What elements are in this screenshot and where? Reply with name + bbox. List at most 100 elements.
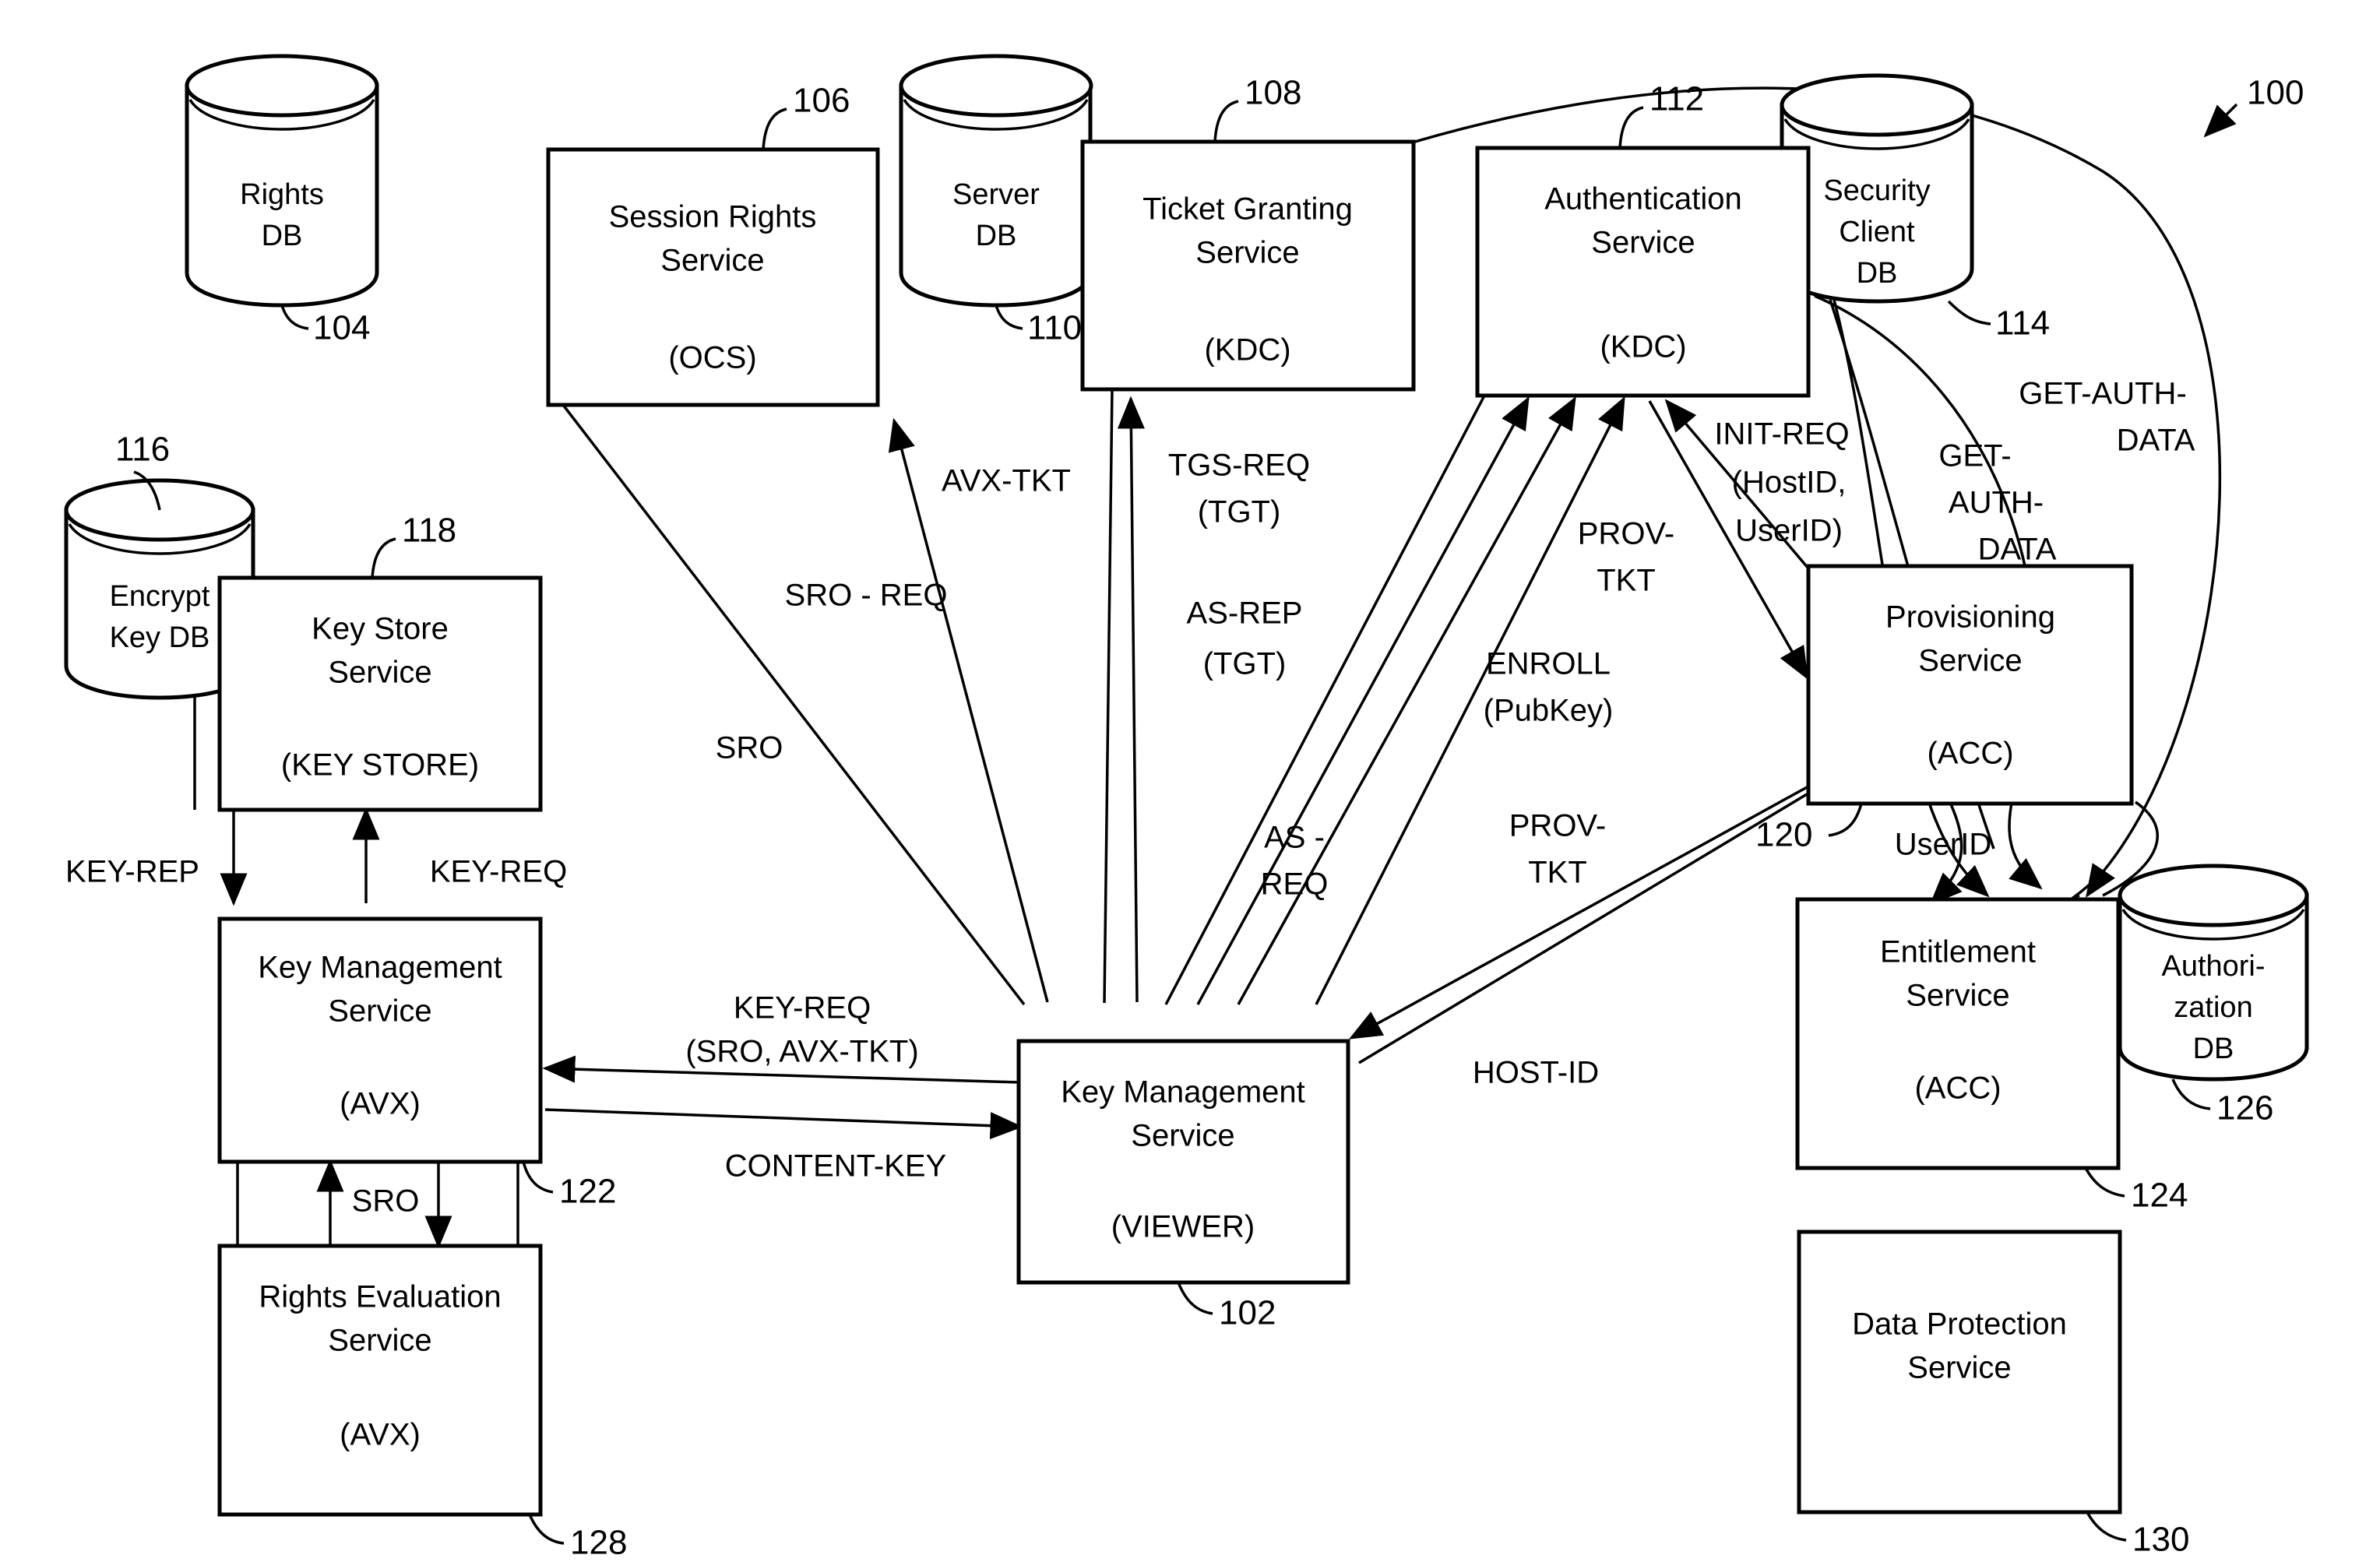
flow-label-get-auth-data-mid-2: AUTH- [1949,486,2044,520]
flow-label-get-auth-data-mid-1: GET- [1938,439,2011,473]
ref-116: 116 [115,431,170,469]
authentication-service-title-1: Authentication [1544,182,1742,216]
ref-102: 102 [1219,1294,1276,1332]
server-db: Server DB 110 [899,54,1093,347]
security-client-db-label-1: Security [1823,174,1930,207]
flow-label-avx-tkt: AVX-TKT [942,464,1071,498]
key-management-service-avx-box: Key Management Service (AVX) 122 [217,916,616,1211]
authentication-service-box: Authentication Service (KDC) 112 [1475,80,1811,398]
flow-label-enroll-1: ENROLL [1486,647,1611,681]
kms-avx-title-2: Service [328,994,431,1029]
server-db-label-2: DB [976,220,1017,252]
provisioning-service-title-2: Service [1918,644,2022,678]
flow-label-as-rep: AS-REP [1187,596,1303,631]
flow-label-get-auth-data-right-1: GET-AUTH- [2019,377,2187,411]
ref-106: 106 [793,82,850,120]
flow-label-sro-req: SRO - REQ [785,579,948,613]
ticket-granting-service-box: Ticket Granting Service (KDC) 108 [1080,74,1416,392]
flow-label-user-id: UserID [1895,828,1991,862]
flow-label-sro-vertical: SRO [352,1184,420,1219]
rights-db: Rights DB 104 [185,54,379,347]
key-management-service-viewer-box: Key Management Service (VIEWER) 102 [1016,1039,1350,1332]
entitlement-service-subtitle: (ACC) [1914,1071,2001,1106]
kms-viewer-title-2: Service [1131,1119,1234,1153]
authorization-db-label-3: DB [2193,1033,2234,1065]
flow-label-key-req: KEY-REQ [430,855,567,889]
ref-110: 110 [1027,309,1082,347]
ref-126: 126 [2216,1089,2273,1128]
flow-label-init-req-2: (HostID, [1732,466,1847,500]
security-client-db: Security Client DB 114 [1780,73,2050,343]
flow-label-enroll-2: (PubKey) [1484,694,1614,728]
diagram-svg: Rights DB 104 Server DB 110 Security Cli… [64,54,2309,1562]
encrypt-key-db-label-2: Key DB [110,621,210,654]
authorization-db-label-1: Authori- [2161,950,2265,983]
figure-reference-100: 100 [2203,74,2304,138]
key-store-service-box: Key Store Service (KEY STORE) 118 [217,512,543,812]
session-rights-service-box: Session Rights Service (OCS) 106 [546,82,880,407]
ref-128: 128 [570,1524,627,1562]
flow-label-get-auth-data-right-2: DATA [2117,424,2195,458]
flow-label-sro: SRO [716,731,783,765]
ref-120: 120 [1755,816,1812,854]
data-protection-title-2: Service [1907,1351,2011,1385]
ref-130: 130 [2132,1521,2189,1559]
provisioning-service-title-1: Provisioning [1885,600,2055,635]
flow-label-init-req-1: INIT-REQ [1714,417,1849,452]
ref-114: 114 [1995,304,2050,343]
rights-evaluation-service-box: Rights Evaluation Service (AVX) 128 [217,1244,627,1562]
ref-100: 100 [2247,74,2304,112]
ref-104: 104 [313,309,370,347]
entitlement-service-title-2: Service [1906,979,2009,1013]
ticket-granting-service-title-2: Service [1195,236,1299,270]
ticket-granting-service-subtitle: (KDC) [1204,333,1290,368]
authentication-service-subtitle: (KDC) [1600,330,1686,364]
ref-108: 108 [1245,74,1301,112]
session-rights-service-subtitle: (OCS) [668,341,756,375]
flow-label-tgs-req: TGS-REQ [1168,449,1310,483]
entitlement-service-title-1: Entitlement [1880,935,2036,969]
patent-figure-canvas: Rights DB 104 Server DB 110 Security Cli… [0,0,2380,1562]
rights-eval-subtitle: (AVX) [340,1418,421,1452]
session-rights-service-title-2: Service [660,244,764,278]
flow-label-prov-tkt-up-1: PROV- [1578,517,1674,551]
ref-112: 112 [1649,80,1704,118]
flow-label-tgs-req-arg: (TGT) [1198,495,1281,529]
kms-avx-title-1: Key Management [258,951,502,985]
flow-label-key-req-sro-2: (SRO, AVX-TKT) [685,1035,918,1069]
flow-label-content-key: CONTENT-KEY [725,1149,946,1184]
ref-124: 124 [2131,1177,2188,1215]
kms-avx-subtitle: (AVX) [340,1087,421,1121]
flow-label-prov-tkt-dn-2: TKT [1528,856,1587,890]
flow-label-init-req-3: UserID) [1735,514,1843,548]
kms-viewer-title-1: Key Management [1061,1075,1305,1110]
kms-viewer-subtitle: (VIEWER) [1111,1210,1255,1244]
data-protection-title-1: Data Protection [1852,1307,2067,1342]
key-store-service-title-2: Service [328,656,431,690]
key-store-service-subtitle: (KEY STORE) [281,748,479,783]
flow-label-get-auth-data-mid-3: DATA [1978,533,2057,567]
encrypt-key-db-label-1: Encrypt [110,580,210,613]
authentication-service-title-2: Service [1591,226,1695,260]
flow-label-prov-tkt-up-2: TKT [1597,564,1656,598]
flow-label-key-rep: KEY-REP [65,855,199,889]
authorization-db-label-2: zation [2174,991,2252,1024]
flow-label-as-req-2: REQ [1261,867,1329,902]
ref-118: 118 [402,512,456,550]
server-db-label-1: Server [952,178,1040,211]
authorization-db: Authori- zation DB 126 [2118,864,2309,1128]
ref-122: 122 [559,1173,616,1211]
session-rights-service-title-1: Session Rights [609,200,817,234]
key-store-service-title-1: Key Store [312,612,449,646]
flow-label-host-id: HOST-ID [1473,1056,1599,1090]
rights-eval-title-1: Rights Evaluation [259,1280,501,1314]
flow-label-as-rep-arg: (TGT) [1203,647,1287,681]
provisioning-service-subtitle: (ACC) [1927,737,2013,771]
security-client-db-label-3: DB [1857,257,1898,290]
rights-eval-title-2: Service [328,1324,431,1358]
provisioning-service-box: Provisioning Service (ACC) 120 [1755,564,2134,854]
rights-db-label-1: Rights [240,178,324,211]
flow-label-as-req-1: AS - [1264,821,1325,855]
security-client-db-label-2: Client [1839,216,1915,248]
flow-label-prov-tkt-dn-1: PROV- [1509,809,1606,843]
